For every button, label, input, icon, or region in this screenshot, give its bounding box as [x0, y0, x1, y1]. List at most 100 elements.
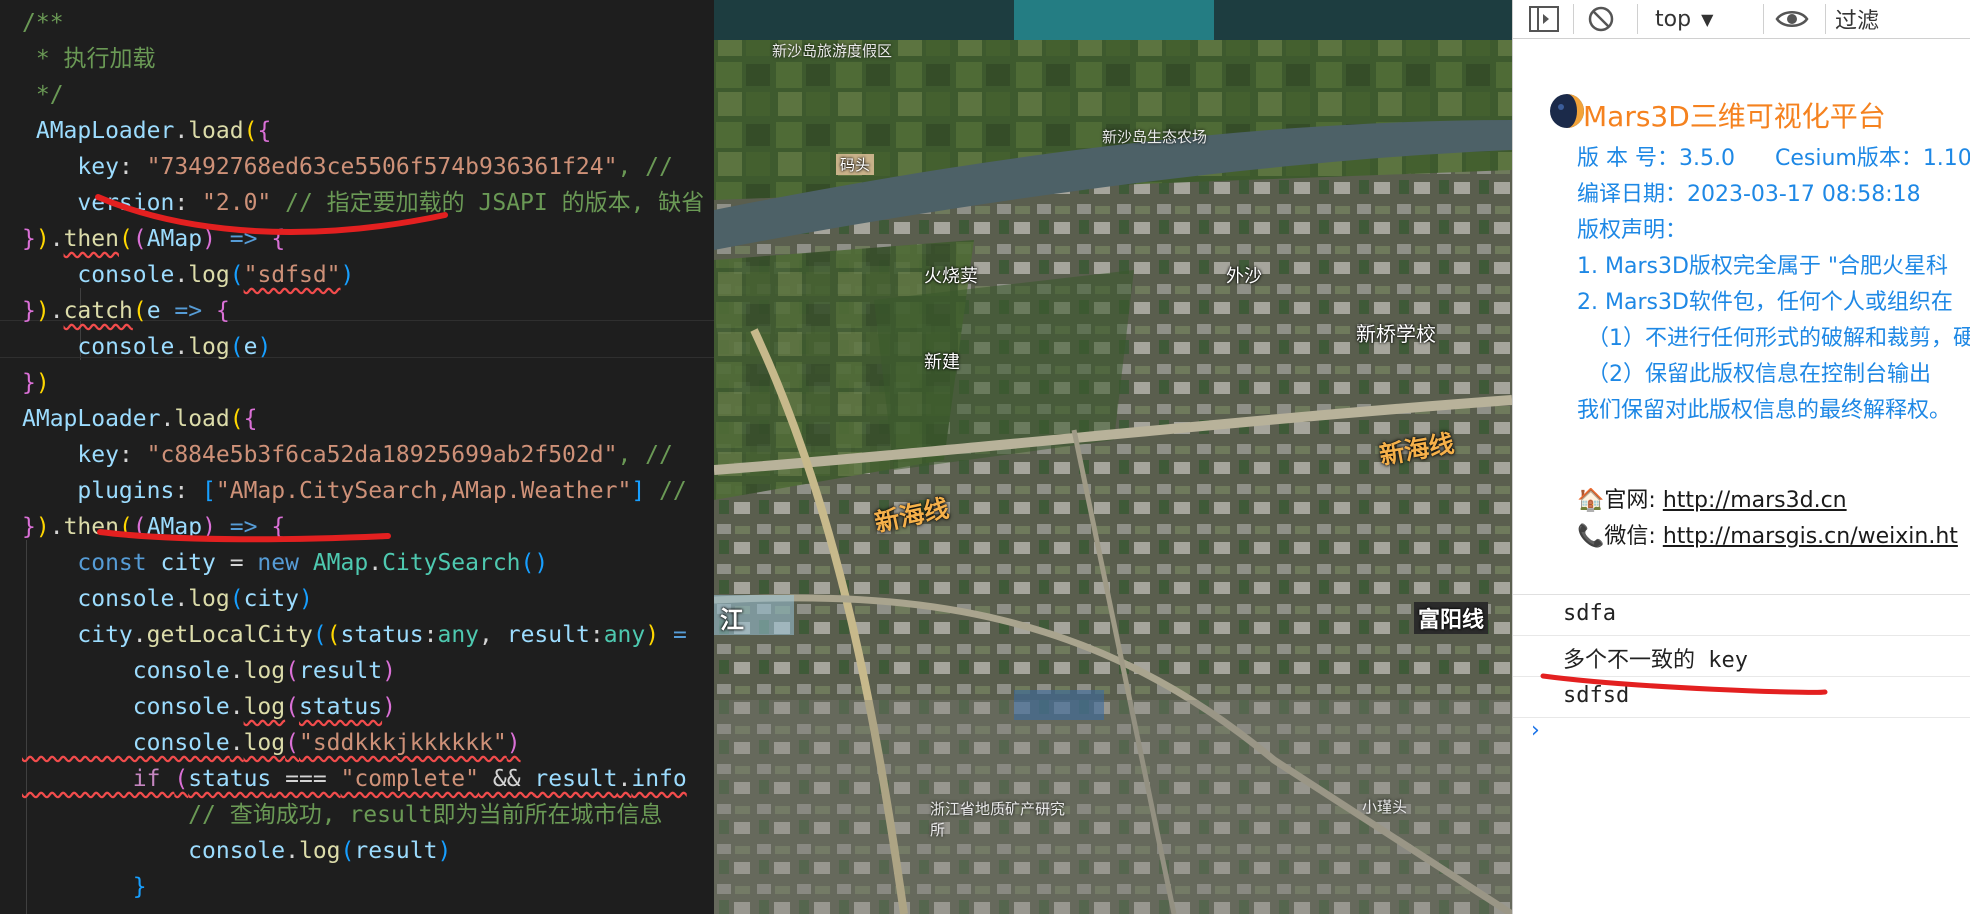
code-token: ]	[631, 478, 646, 504]
code-line[interactable]: /**	[22, 5, 64, 41]
clear-console-icon[interactable]	[1587, 0, 1615, 38]
code-token: "c884e5b3f6ca52da18925699ab2f502d"	[146, 442, 618, 468]
satellite-map-view[interactable]: 新沙岛旅游度假区 新沙岛生态农场 码头 火烧荬 外沙 新桥学校 新建 新海线 新…	[714, 0, 1512, 914]
code-token: )	[382, 658, 396, 684]
code-line[interactable]: })	[22, 365, 50, 401]
code-token: then	[63, 514, 119, 540]
code-line[interactable]: console.log(result)	[22, 653, 396, 689]
console-message[interactable]: sdfsd	[1513, 677, 1970, 718]
code-line[interactable]: key: "73492768ed63ce5506f574b936361f24",…	[22, 149, 672, 185]
code-line[interactable]: * 执行加载	[22, 41, 156, 77]
code-line[interactable]: const city = new AMap.CitySearch()	[22, 545, 548, 581]
map-label-farm: 新沙岛生态农场	[1102, 128, 1208, 146]
code-token: }	[22, 874, 147, 900]
console-message[interactable]: sdfa	[1513, 595, 1970, 636]
console-message[interactable]: 多个不一致的 key	[1513, 636, 1970, 677]
code-token: (	[243, 118, 258, 144]
code-token: console	[22, 586, 175, 612]
banner-wechat-label: 📞微信:	[1577, 524, 1663, 549]
code-token: log	[243, 730, 286, 756]
banner-wechat-link[interactable]: http://marsgis.cn/weixin.ht	[1663, 524, 1958, 549]
code-line[interactable]: }).catch(e => {	[22, 293, 230, 329]
map-top-glow	[1014, 0, 1214, 40]
banner-site-link[interactable]: http://mars3d.cn	[1663, 488, 1847, 513]
code-token: )	[437, 838, 452, 864]
code-line[interactable]: }	[22, 869, 147, 905]
code-token: }	[22, 370, 36, 396]
code-token: :	[174, 190, 203, 216]
code-token: )	[645, 622, 660, 648]
code-line[interactable]: console.log("sdfsd")	[22, 257, 354, 293]
toolbar-separator	[1573, 4, 1574, 34]
code-token: )	[35, 226, 50, 252]
banner-site-label: 🏠官网:	[1577, 488, 1663, 513]
banner-version-row: 版 本 号：3.5.0 Cesium版本：1.10	[1577, 140, 1970, 172]
code-line[interactable]: }).then((AMap) => {	[22, 221, 285, 257]
code-line[interactable]: console.log(e)	[22, 329, 271, 365]
code-line[interactable]: if (status === "complete" && result.info	[22, 761, 687, 797]
code-token: log	[243, 694, 286, 720]
code-line[interactable]: AMapLoader.load({	[22, 113, 271, 149]
map-label-fuyang-line: 富阳线	[1414, 602, 1489, 634]
map-label-river: 江	[720, 606, 744, 634]
code-token: /**	[22, 10, 64, 36]
map-label-geology-institute: 浙江省地质矿产研究所	[930, 800, 1066, 839]
context-select[interactable]: top ▼	[1655, 0, 1713, 38]
code-line[interactable]: // 查询成功, result即为当前所在城市信息	[22, 797, 662, 833]
code-token: //	[645, 478, 687, 504]
console-prompt-icon[interactable]: ›	[1531, 718, 1540, 743]
code-token: console	[22, 262, 175, 288]
code-line[interactable]: AMapLoader.load({	[22, 401, 257, 437]
filter-input[interactable]: 过滤	[1835, 0, 1879, 38]
code-line[interactable]: console.log(city)	[22, 581, 312, 617]
code-line[interactable]: }).then((AMap) => {	[22, 509, 285, 545]
toolbar-separator	[1763, 4, 1764, 34]
banner-site-row: 🏠官网: http://mars3d.cn	[1577, 482, 1847, 514]
banner-copyright-1: 1. Mars3D版权完全属于 "合肥火星科	[1577, 254, 1949, 279]
code-line[interactable]: console.log(status)	[22, 689, 396, 725]
code-line[interactable]: version: "2.0" // 指定要加载的 JSAPI 的版本, 缺省	[22, 185, 704, 221]
code-token: :	[423, 622, 438, 648]
code-token: .	[617, 766, 632, 792]
banner-copyright-2: 2. Mars3D软件包，任何个人或组织在	[1577, 290, 1953, 315]
code-token: , //	[617, 442, 673, 468]
filter-input-placeholder: 过滤	[1835, 9, 1880, 34]
code-token: {	[257, 118, 272, 144]
code-token: (	[132, 226, 147, 252]
map-label-xiaoguan: 小瑾头	[1362, 798, 1408, 816]
devtools-console[interactable]: top ▼ 过滤 Mars3D三维可视化平台 版 本 号：3.5.0 Cesium…	[1512, 0, 1970, 914]
code-line[interactable]: console.log("sddkkkjkkkkkk")	[22, 725, 521, 761]
code-line[interactable]: plugins: ["AMap.CitySearch,AMap.Weather"…	[22, 473, 687, 509]
code-token: load	[188, 118, 244, 144]
map-label-resort: 新沙岛旅游度假区	[772, 42, 893, 60]
code-line[interactable]: key: "c884e5b3f6ca52da18925699ab2f502d",…	[22, 437, 673, 473]
banner-copyright-head: 版权声明：	[1577, 218, 1688, 243]
code-token: AMap	[146, 514, 203, 540]
banner-copyright-2b: （2）保留此版权信息在控制台输出	[1587, 362, 1931, 387]
code-token: e	[146, 298, 161, 324]
code-line[interactable]: */	[22, 77, 64, 113]
code-token: new	[257, 550, 313, 576]
code-line[interactable]: city.getLocalCity((status:any, result:an…	[22, 617, 686, 653]
code-token: ===	[271, 766, 341, 792]
code-token: "73492768ed63ce5506f574b936361f24"	[146, 154, 618, 180]
code-token: (	[118, 514, 133, 540]
code-editor[interactable]: /** * 执行加载 */ AMapLoader.load({ key: "73…	[0, 0, 714, 914]
code-token: .	[229, 730, 244, 756]
banner-copyright-2a: （1）不进行任何形式的破解和裁剪，硬	[1587, 326, 1970, 351]
code-line[interactable]: console.log(result)	[22, 833, 451, 869]
code-token: CitySearch	[382, 550, 521, 576]
code-token: (	[229, 262, 244, 288]
console-message-text: sdfa	[1563, 601, 1616, 626]
code-token: city	[22, 622, 133, 648]
sidebar-toggle-icon[interactable]	[1529, 0, 1559, 38]
code-token: * 执行加载	[22, 46, 156, 72]
live-expression-eye-icon[interactable]	[1775, 0, 1809, 38]
console-message-text: 多个不一致的 key	[1563, 648, 1748, 673]
code-token: :	[589, 622, 604, 648]
toolbar-separator	[1637, 4, 1638, 34]
code-token: getLocalCity	[146, 622, 313, 648]
code-token: .	[132, 622, 147, 648]
code-token: )	[35, 370, 50, 396]
code-token: =>	[215, 226, 272, 252]
